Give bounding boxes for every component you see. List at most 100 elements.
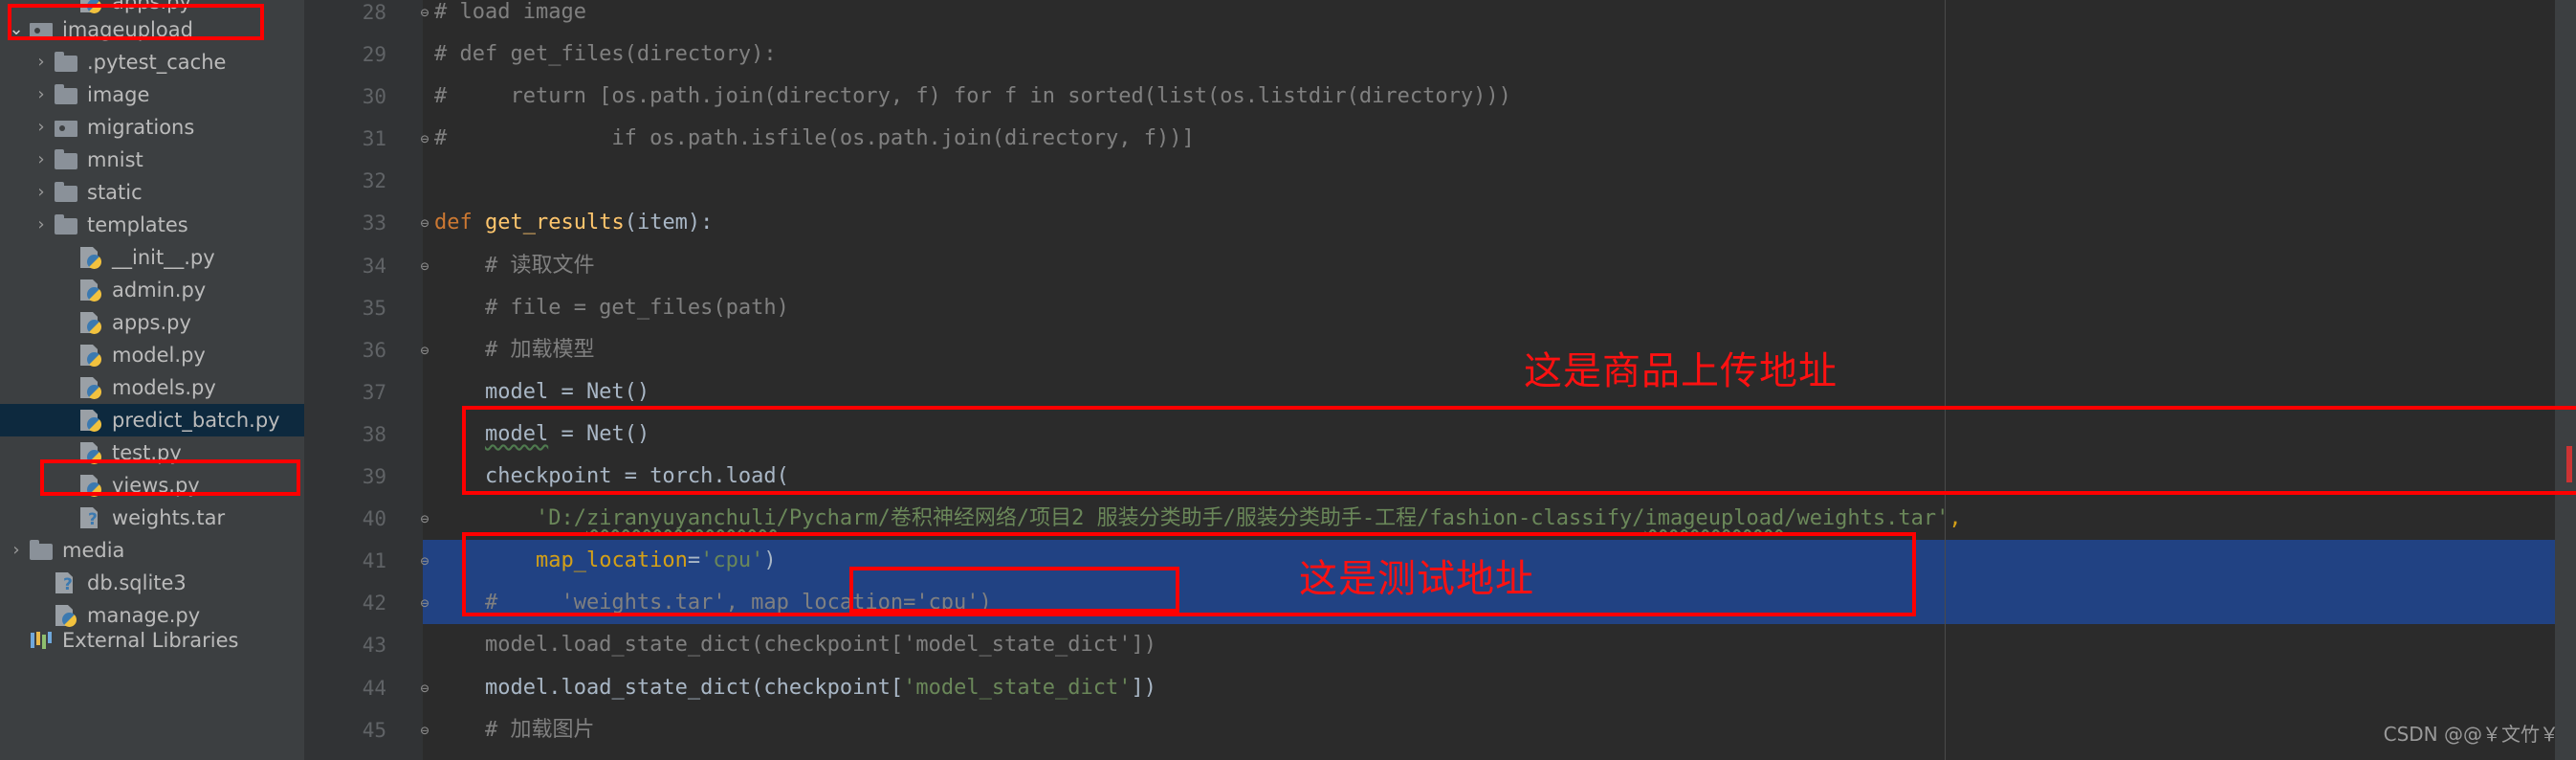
- tree-item-label: test.py: [112, 441, 182, 464]
- line-number: 41: [362, 549, 386, 573]
- code-text: # if os.path.isfile(os.path.join(directo…: [434, 126, 1195, 151]
- folder-icon: [54, 181, 80, 204]
- line-number: 37: [362, 380, 386, 404]
- code-line-45[interactable]: 45 ⊖ # 加载图片: [304, 709, 2576, 751]
- code-fold-icon[interactable]: ⊖: [415, 709, 434, 751]
- tree-item-apps-py[interactable]: apps.py: [0, 306, 304, 339]
- tree-item-static[interactable]: › static: [0, 176, 304, 209]
- tree-item-label: media: [62, 539, 125, 562]
- python-file-icon: [78, 344, 105, 367]
- code-line-43[interactable]: 43 model.load_state_dict(checkpoint['mod…: [304, 624, 2576, 666]
- code-fold-icon[interactable]: ⊖: [415, 667, 434, 709]
- tree-item-imageupload[interactable]: ⌄ imageupload: [0, 13, 304, 46]
- project-tree-panel[interactable]: apps.py ⌄ imageupload › .pytest_cache › image ›…: [0, 0, 304, 760]
- chevron-right-icon[interactable]: ›: [29, 86, 54, 103]
- code-text: # load image: [434, 0, 586, 24]
- code-fold-icon[interactable]: ⊖: [415, 202, 434, 244]
- code-line-44[interactable]: 44 ⊖ model.load_state_dict(checkpoint['mo…: [304, 667, 2576, 709]
- chevron-right-icon[interactable]: ›: [29, 151, 54, 168]
- error-stripe-mark[interactable]: [2566, 446, 2572, 482]
- code-line-28[interactable]: 28 ⊖ # load image: [304, 0, 2576, 34]
- tree-item-label: External Libraries: [62, 632, 239, 649]
- chevron-right-icon[interactable]: ›: [29, 54, 54, 71]
- chevron-right-icon[interactable]: ›: [29, 119, 54, 136]
- tree-item-media[interactable]: › media: [0, 534, 304, 567]
- code-line-36[interactable]: 36 ⊖ # 加载模型: [304, 329, 2576, 371]
- error-stripe-gutter[interactable]: [2555, 0, 2576, 760]
- code-text: model.load_state_dict(checkpoint['model_…: [434, 633, 1156, 658]
- code-text: # 加载图片: [434, 717, 595, 742]
- tree-item-apps-py[interactable]: apps.py: [0, 0, 304, 13]
- code-line-46[interactable]: 46 item = Image.open(item).convert('L'): [304, 751, 2576, 760]
- code-line-37[interactable]: 37 model = Net(): [304, 371, 2576, 414]
- line-number: 32: [362, 169, 386, 193]
- tree-item--pytest-cache[interactable]: › .pytest_cache: [0, 46, 304, 78]
- chevron-right-icon[interactable]: ›: [29, 184, 54, 201]
- tree-item-views-py[interactable]: views.py: [0, 469, 304, 502]
- code-line-35[interactable]: 35 # file = get_files(path): [304, 287, 2576, 329]
- tree-item-manage-py[interactable]: manage.py: [0, 599, 304, 632]
- tree-item-predict-batch-py[interactable]: predict_batch.py: [0, 404, 304, 436]
- unknown-file-icon: [54, 571, 80, 594]
- tree-item-mnist[interactable]: › mnist: [0, 144, 304, 176]
- code-line-38[interactable]: 38 model = Net(): [304, 414, 2576, 456]
- tree-item-label: manage.py: [87, 604, 201, 627]
- code-text: item = Image.open(item).convert('L'): [434, 751, 941, 760]
- tree-item-label: views.py: [112, 474, 200, 497]
- code-line-34[interactable]: 34 ⊖ # 读取文件: [304, 245, 2576, 287]
- folder-icon: [29, 539, 55, 562]
- folder-icon: [54, 51, 80, 74]
- tree-item-label: db.sqlite3: [87, 571, 187, 594]
- tree-item-models-py[interactable]: models.py: [0, 371, 304, 404]
- tree-item-model-py[interactable]: model.py: [0, 339, 304, 371]
- chevron-down-icon[interactable]: ⌄: [4, 21, 29, 38]
- python-file-icon: [78, 0, 105, 13]
- chevron-right-icon[interactable]: ›: [4, 542, 29, 559]
- code-fold-icon[interactable]: ⊖: [415, 540, 434, 582]
- code-line-29[interactable]: 29 # def get_files(directory):: [304, 34, 2576, 76]
- code-fold-icon[interactable]: ⊖: [415, 582, 434, 624]
- tree-item-label: apps.py: [112, 311, 191, 334]
- line-number: 45: [362, 718, 386, 742]
- code-fold-icon[interactable]: ⊖: [415, 0, 434, 34]
- line-number: 29: [362, 43, 386, 67]
- code-line-31[interactable]: 31 ⊖ # if os.path.isfile(os.path.join(dire…: [304, 118, 2576, 160]
- code-fold-icon[interactable]: ⊖: [415, 245, 434, 287]
- tree-item-label: mnist: [87, 148, 143, 171]
- code-line-30[interactable]: 30 # return [os.path.join(directory, f) f…: [304, 76, 2576, 118]
- code-fold-icon[interactable]: ⊖: [415, 118, 434, 160]
- tree-item--init-py[interactable]: __init__.py: [0, 241, 304, 274]
- tree-item-label: weights.tar: [112, 506, 226, 529]
- folder-icon: [54, 213, 80, 236]
- python-file-icon: [78, 376, 105, 399]
- tree-item-label: image: [87, 83, 150, 106]
- code-line-32[interactable]: 32: [304, 160, 2576, 202]
- folder-module-icon: [29, 18, 55, 41]
- line-number: 36: [362, 338, 386, 362]
- line-number: 42: [362, 592, 386, 615]
- code-text: model = Net(): [484, 421, 650, 446]
- line-number: 40: [362, 507, 386, 531]
- tree-item-admin-py[interactable]: admin.py: [0, 274, 304, 306]
- line-number: 46: [304, 751, 386, 760]
- tree-item-label: model.py: [112, 344, 206, 367]
- line-number: 38: [362, 422, 386, 446]
- tree-item-label: static: [87, 181, 143, 204]
- tree-item-weights-tar[interactable]: weights.tar: [0, 502, 304, 534]
- code-lines[interactable]: 28 ⊖ # load image 29 # def get_files(directo…: [304, 0, 2576, 760]
- tree-item-templates[interactable]: › templates: [0, 209, 304, 241]
- code-line-33[interactable]: 33 ⊖ def get_results(item):: [304, 202, 2576, 244]
- code-line-39[interactable]: 39 checkpoint = torch.load(: [304, 456, 2576, 498]
- code-editor[interactable]: 28 ⊖ # load image 29 # def get_files(directo…: [304, 0, 2576, 760]
- tree-item-migrations[interactable]: › migrations: [0, 111, 304, 144]
- tree-item-image[interactable]: › image: [0, 78, 304, 111]
- tree-item-test-py[interactable]: test.py: [0, 436, 304, 469]
- chevron-right-icon[interactable]: ›: [29, 216, 54, 234]
- code-line-40[interactable]: 40 ⊖ 'D:/ziranyuyanchuli/Pycharm/卷积神经网络/项…: [304, 498, 2576, 540]
- tree-item-external-libraries[interactable]: External Libraries: [0, 632, 304, 649]
- code-fold-icon[interactable]: ⊖: [415, 329, 434, 371]
- tree-item-db-sqlite3[interactable]: db.sqlite3: [0, 567, 304, 599]
- code-text: checkpoint = torch.load(: [484, 464, 789, 489]
- tree-item-label: migrations: [87, 116, 195, 139]
- code-fold-icon[interactable]: ⊖: [415, 498, 434, 540]
